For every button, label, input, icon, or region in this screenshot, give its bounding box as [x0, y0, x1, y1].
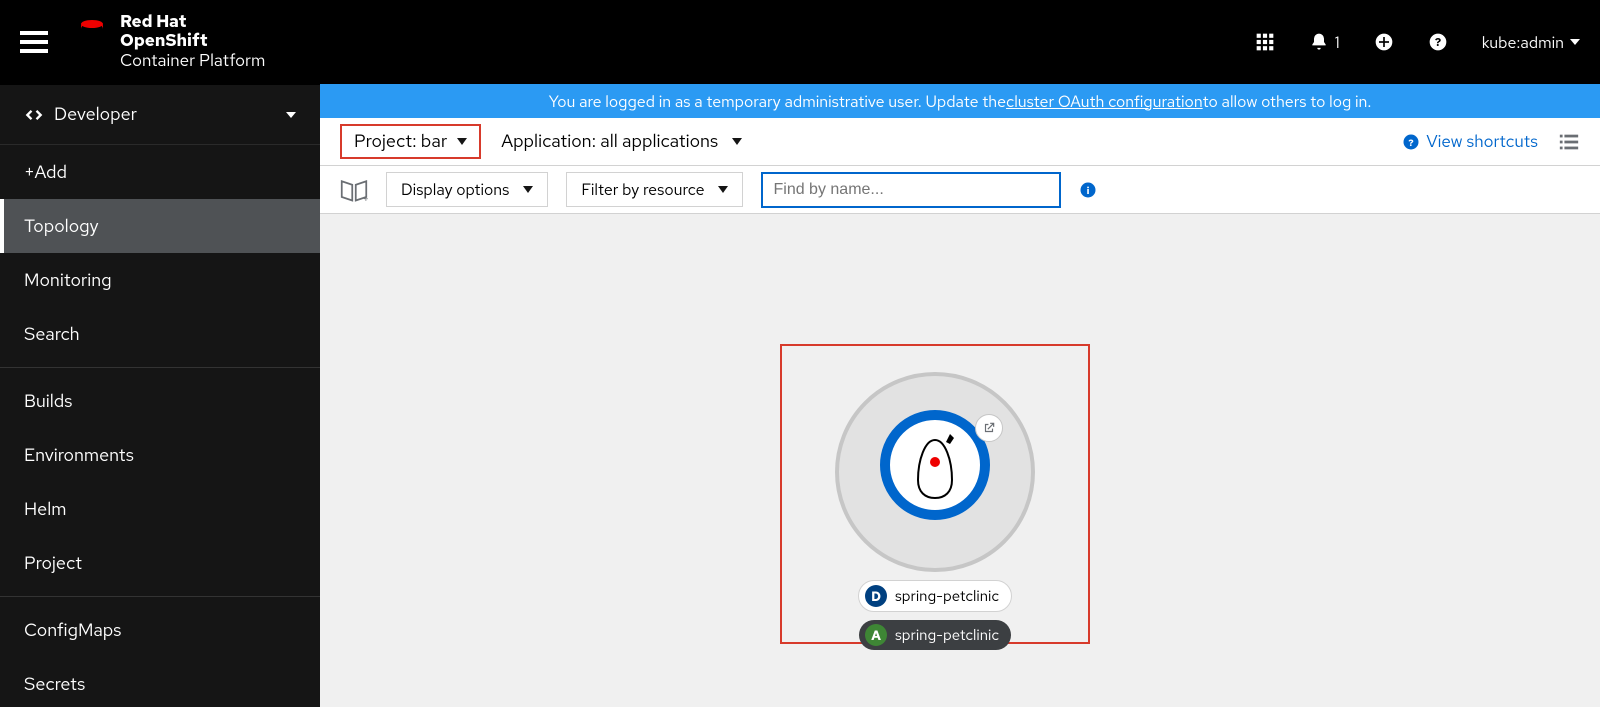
sidebar-item-monitoring[interactable]: Monitoring — [0, 253, 320, 307]
topology-canvas[interactable]: D spring-petclinic A spring-petclinic — [320, 214, 1600, 707]
perspective-label: Developer — [54, 103, 137, 126]
notifications-button[interactable]: 1 — [1309, 32, 1340, 53]
masthead-toolbar: 1 ? kube:admin — [1255, 32, 1580, 53]
sidebar-item-topology[interactable]: Topology — [0, 199, 320, 253]
deployment-name: spring-petclinic — [895, 586, 999, 606]
plus-circle-icon — [1374, 32, 1394, 52]
question-circle-icon: ? — [1428, 32, 1448, 52]
application-name: spring-petclinic — [895, 625, 999, 645]
caret-down-icon — [286, 112, 296, 118]
application-group[interactable]: D spring-petclinic A spring-petclinic — [835, 372, 1035, 650]
app-launcher-button[interactable] — [1255, 32, 1275, 52]
svg-text:?: ? — [1435, 34, 1441, 50]
filter-label: Filter by resource — [581, 179, 704, 200]
sidebar-item-add[interactable]: +Add — [0, 145, 320, 199]
banner-pre: You are logged in as a temporary adminis… — [549, 91, 1006, 112]
code-icon — [24, 105, 44, 125]
banner-post: to allow others to log in. — [1203, 91, 1372, 112]
application-selector[interactable]: Application: all applications — [501, 130, 742, 153]
list-view-toggle[interactable] — [1558, 131, 1580, 153]
app-group-circle[interactable] — [835, 372, 1035, 572]
sidebar-item-builds[interactable]: Builds — [0, 374, 320, 428]
info-icon[interactable]: i — [1079, 181, 1097, 199]
sidebar-item-secrets[interactable]: Secrets — [0, 657, 320, 707]
sidebar-separator — [0, 367, 320, 368]
topology-toolbar: + Display options Filter by resource i — [320, 166, 1600, 214]
sidebar-item-project[interactable]: Project — [0, 536, 320, 590]
svg-text:?: ? — [1409, 135, 1414, 148]
notification-count: 1 — [1335, 32, 1340, 53]
user-menu-button[interactable]: kube:admin — [1482, 32, 1580, 53]
sidebar-separator — [0, 596, 320, 597]
project-selector[interactable]: Project: bar — [340, 124, 481, 159]
filter-resource-dropdown[interactable]: Filter by resource — [566, 172, 743, 207]
masthead: Red Hat OpenShift Container Platform 1 ?… — [0, 0, 1600, 84]
caret-down-icon — [457, 138, 467, 145]
deployment-label-pill[interactable]: D spring-petclinic — [858, 580, 1012, 612]
caret-down-icon — [523, 186, 533, 193]
svg-text:+: + — [363, 192, 368, 203]
red-hat-fedora-icon — [76, 13, 108, 42]
caret-down-icon — [732, 138, 742, 145]
svg-text:i: i — [1087, 183, 1090, 196]
application-label: Application: all applications — [501, 130, 718, 153]
grid-icon — [1255, 32, 1275, 52]
caret-down-icon — [718, 186, 728, 193]
deployment-badge: D — [865, 585, 887, 607]
application-label-pill[interactable]: A spring-petclinic — [859, 620, 1011, 650]
caret-down-icon — [1570, 39, 1580, 45]
bell-icon — [1309, 32, 1329, 52]
import-button[interactable] — [1374, 32, 1394, 52]
sidebar-item-configmaps[interactable]: ConfigMaps — [0, 603, 320, 657]
find-by-name-input[interactable] — [761, 172, 1061, 208]
brand-line2: OpenShift — [120, 32, 265, 52]
sidebar-item-helm[interactable]: Helm — [0, 482, 320, 536]
user-label: kube:admin — [1482, 32, 1564, 53]
java-duke-icon — [910, 430, 960, 500]
sidebar: Developer +Add Topology Monitoring Searc… — [0, 84, 320, 707]
context-bar: Project: bar Application: all applicatio… — [320, 118, 1600, 166]
shortcuts-label: View shortcuts — [1426, 131, 1538, 153]
brand-logo[interactable]: Red Hat OpenShift Container Platform — [76, 13, 265, 72]
help-button[interactable]: ? — [1428, 32, 1448, 52]
brand-text: Red Hat OpenShift Container Platform — [120, 13, 265, 72]
display-options-dropdown[interactable]: Display options — [386, 172, 548, 207]
sidebar-item-environments[interactable]: Environments — [0, 428, 320, 482]
application-badge: A — [865, 624, 887, 646]
main-content: You are logged in as a temporary adminis… — [320, 84, 1600, 707]
banner-oauth-link[interactable]: cluster OAuth configuration — [1006, 91, 1203, 112]
hamburger-menu-button[interactable] — [20, 31, 48, 53]
view-shortcuts-button[interactable]: ? View shortcuts — [1402, 131, 1538, 153]
project-label: Project: bar — [354, 130, 447, 153]
deployment-node[interactable] — [880, 410, 990, 520]
brand-line3: Container Platform — [120, 52, 265, 72]
highlighted-topology-node: D spring-petclinic A spring-petclinic — [780, 344, 1090, 644]
display-options-label: Display options — [401, 179, 509, 200]
sidebar-item-search[interactable]: Search — [0, 307, 320, 361]
external-link-icon — [982, 421, 996, 435]
open-url-decorator[interactable] — [975, 414, 1003, 442]
catalog-icon[interactable]: + — [340, 177, 368, 203]
temp-admin-banner: You are logged in as a temporary adminis… — [320, 84, 1600, 118]
help-icon: ? — [1402, 133, 1420, 151]
perspective-switcher[interactable]: Developer — [0, 85, 320, 145]
